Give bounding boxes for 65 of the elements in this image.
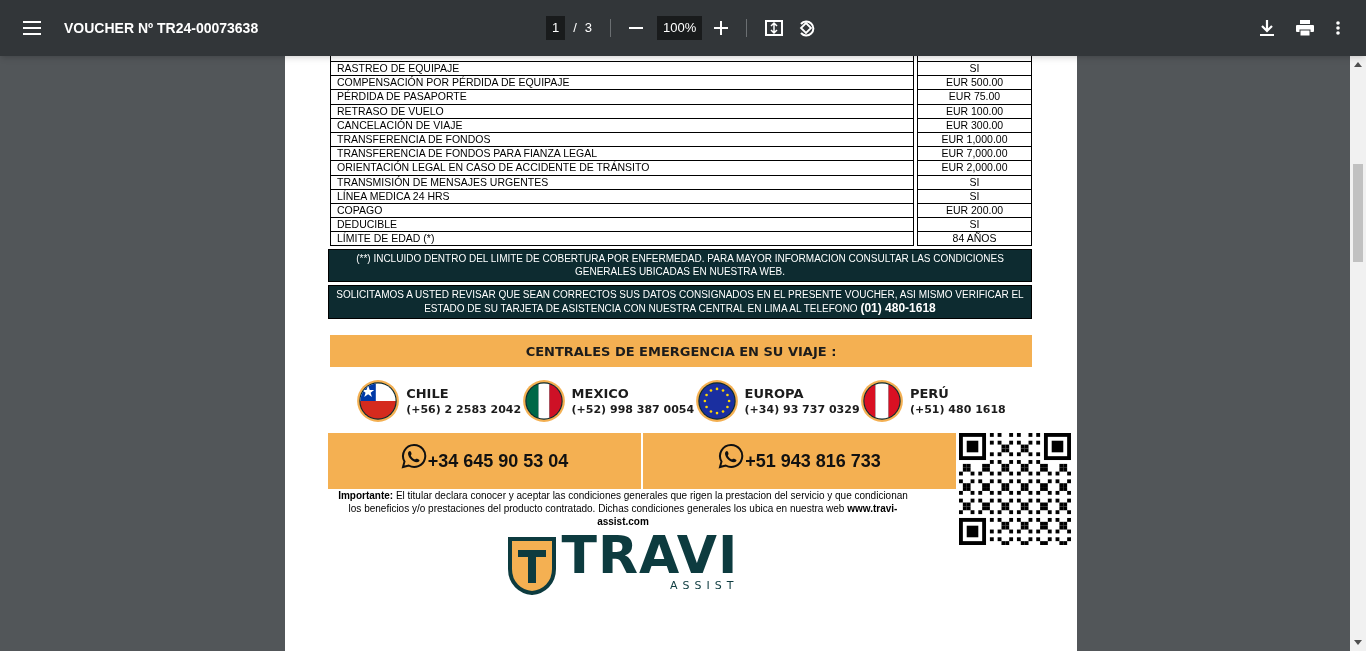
fit-page-icon[interactable] — [765, 20, 784, 36]
scrollbar[interactable] — [1350, 56, 1366, 651]
phone-number: (+34) 93 737 0329 — [744, 401, 860, 417]
value-cell: SI — [917, 62, 1032, 77]
value-cell: 84 AÑOS — [917, 232, 1032, 247]
notice-banner: SOLICITAMOS A USTED REVISAR QUE SEAN CORRECTOS SUS DATOS CONSIGNADOS EN EL PRESENTE VOUCHER, ASI MISMO VERIFICAR EL ESTADO DE SU TARJETA DE ASISTENCIA CON NUESTRA CENTRAL EN LIMA AL TELEFONO (01) 480-1618 — [328, 285, 1032, 320]
country-name: CHILE — [406, 385, 450, 402]
benefit-cell: RETRASO DE VUELO — [330, 104, 914, 119]
chat-phone-icon — [718, 443, 745, 470]
country-name: PERÚ — [909, 385, 950, 402]
whatsapp-number: +51 943 816 733 — [745, 450, 881, 474]
value-cell: EUR 500.00 — [917, 76, 1032, 91]
important-notice: Importante: El titular declara conocer y aceptar las condiciones generales que rigen la prestacion del servicio y que condicionan los beneficios y/o prestaciones del producto contratado. Dichas condiciones generales los ubica en nuestra web www.travi-assist.com — [337, 489, 909, 529]
logo-tagline: ASSIST — [669, 578, 739, 595]
scrollbar-thumb[interactable] — [1353, 164, 1363, 262]
emergency-heading: CENTRALES DE EMERGENCIA EN SU VIAJE : — [330, 335, 1032, 368]
document-title: VOUCHER Nº TR24-00073638 — [64, 18, 260, 38]
country-name: MEXICO — [571, 385, 630, 402]
value-cell: EUR 2,000.00 — [917, 161, 1032, 176]
download-icon[interactable] — [1260, 20, 1274, 36]
rotate-icon[interactable] — [797, 19, 816, 37]
benefit-cell: TRANSFERENCIA DE FONDOS — [330, 132, 914, 148]
page-separator: / — [573, 19, 577, 38]
benefit-cell: DEDUCIBLE — [330, 218, 914, 233]
flag-icon — [521, 379, 566, 424]
phone-number: (+52) 998 387 0054 — [571, 401, 695, 417]
benefit-cell: TRANSFERENCIA DE FONDOS PARA FIANZA LEGAL — [330, 147, 914, 162]
benefit-cell: COPAGO — [330, 203, 914, 219]
benefit-cell: CANCELACIÓN DE VIAJE — [330, 118, 914, 133]
notice-banner: (**) INCLUIDO DENTRO DEL LIMITE DE COBERTURA POR ENFERMEDAD. PARA MAYOR INFORMACION CONSULTAR LAS CONDICIONES GENERALES UBICADAS EN NUESTRA WEB. — [328, 249, 1032, 283]
benefit-cell: PÉRDIDA DE PASAPORTE — [330, 90, 914, 105]
phone-number: (+51) 480 1618 — [909, 401, 1006, 417]
value-cell: EUR 75.00 — [917, 90, 1032, 105]
menu-icon[interactable] — [22, 18, 42, 38]
phone-number: (+56) 2 2583 2042 — [406, 401, 522, 417]
value-cell: SI — [917, 218, 1032, 233]
benefit-cell: ORIENTACIÓN LEGAL EN CASO DE ACCIDENTE DE TRÁNSITO — [330, 161, 914, 176]
logo-wordmark: TRAVI — [561, 532, 739, 579]
flag-icon — [859, 379, 904, 424]
shield-logo-icon — [507, 536, 556, 595]
page-number-field[interactable]: 1 — [546, 16, 566, 40]
value-cell: EUR 100.00 — [917, 104, 1032, 119]
scroll-up-icon[interactable] — [1354, 61, 1362, 67]
eu-flag-icon — [694, 379, 739, 424]
benefit-cell: COMPENSACIÓN POR PÉRDIDA DE EQUIPAJE — [330, 76, 914, 91]
benefit-cell: RASTREO DE EQUIPAJE — [330, 62, 914, 77]
flag-icon — [356, 379, 401, 424]
value-cell: EUR 200.00 — [917, 203, 1032, 219]
scroll-down-icon[interactable] — [1354, 640, 1362, 646]
benefit-cell: TRANSMISIÓN DE MENSAJES URGENTES — [330, 175, 914, 190]
value-cell: SI — [917, 189, 1032, 204]
whatsapp-number: +34 645 90 53 04 — [427, 450, 569, 474]
benefit-cell: LÍNEA MEDICA 24 HRS — [330, 189, 914, 204]
zoom-field[interactable]: 100% — [657, 16, 703, 40]
value-cell: EUR 1,000.00 — [917, 132, 1032, 148]
country-name: EUROPA — [744, 385, 805, 402]
benefit-cell: LÍMITE DE EDAD (*) — [330, 232, 914, 247]
chat-phone-icon — [400, 443, 427, 470]
zoom-in-icon[interactable] — [714, 21, 729, 35]
more-options-icon[interactable] — [1336, 21, 1340, 35]
page-total: 3 — [584, 19, 593, 38]
print-icon[interactable] — [1296, 20, 1314, 36]
value-cell: EUR 7,000.00 — [917, 147, 1032, 162]
value-cell: SI — [917, 175, 1032, 190]
value-cell: EUR 300.00 — [917, 118, 1032, 133]
